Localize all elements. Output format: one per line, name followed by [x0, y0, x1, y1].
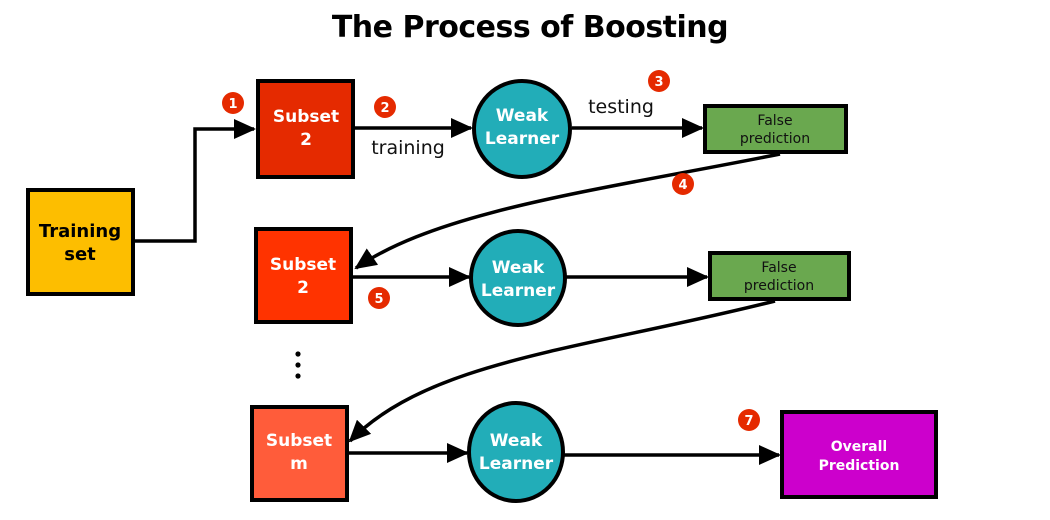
weak-learner-3-label-line1: Weak: [490, 431, 543, 451]
node-subset-m: Subset m: [250, 405, 349, 502]
weak-learner-3-label-line2: Learner: [479, 454, 554, 474]
edge-false-prediction-1-to-subset-2: [354, 152, 781, 270]
weak-learner-1-label-line2: Learner: [485, 129, 560, 149]
badge-number: 1: [228, 97, 237, 112]
ellipsis-dots: [295, 351, 301, 379]
overall-prediction-label-line1: Overall: [831, 439, 887, 455]
edge-training-set-to-subset-1: [134, 119, 256, 243]
step-badge-3: 3: [648, 70, 670, 92]
step-badge-7: 7: [738, 409, 760, 431]
weak-learner-3-circle: [467, 401, 565, 503]
subset-m-label-line2: m: [290, 454, 308, 474]
subset-m-label-line1: Subset: [266, 431, 332, 451]
false-prediction-1-label-line2: prediction: [740, 131, 810, 147]
subset-2-label-line1: Subset: [270, 255, 336, 275]
ellipsis-dot: [295, 373, 301, 379]
badge-number: 5: [374, 292, 383, 307]
node-false-prediction-2: False prediction: [708, 251, 851, 301]
node-weak-learner-1: Weak Learner: [472, 79, 572, 179]
badge-number: 2: [380, 101, 389, 116]
weak-learner-2-label-line2: Learner: [481, 281, 556, 301]
subset-1-box: [256, 79, 355, 179]
subset-1-label-line1: Subset: [273, 107, 339, 127]
badge-number: 4: [678, 178, 687, 193]
edge-false-prediction-2-to-subset-m: [348, 299, 776, 443]
step-badge-2: 2: [374, 96, 396, 118]
step-badge-1: 1: [222, 92, 244, 114]
node-subset-1: Subset 2: [256, 79, 355, 179]
node-weak-learner-2: Weak Learner: [469, 229, 567, 327]
node-weak-learner-3: Weak Learner: [467, 401, 565, 503]
training-set-label-line1: Training: [39, 221, 121, 242]
edge-label-testing: testing: [588, 96, 654, 118]
false-prediction-2-label-line2: prediction: [744, 278, 814, 294]
ellipsis-dot: [295, 351, 301, 357]
node-training-set: Training set: [26, 188, 135, 296]
node-subset-2: Subset 2: [254, 227, 353, 324]
subset-1-label-line2: 2: [300, 130, 312, 150]
weak-learner-2-circle: [469, 229, 567, 327]
step-badge-5: 5: [368, 287, 390, 309]
ellipsis-dot: [295, 362, 301, 368]
node-false-prediction-1: False prediction: [703, 104, 848, 154]
weak-learner-2-label-line1: Weak: [492, 258, 545, 278]
subset-2-box: [254, 227, 353, 324]
badge-number: 3: [654, 75, 663, 90]
training-set-box: [26, 188, 135, 296]
false-prediction-2-label-line1: False: [761, 260, 796, 276]
boosting-diagram: training testing Training set Subset 2 S…: [26, 70, 938, 503]
subset-2-label-line2: 2: [297, 278, 309, 298]
step-badge-4: 4: [672, 173, 694, 195]
badge-number: 7: [744, 414, 753, 429]
node-overall-prediction: Overall Prediction: [780, 410, 938, 499]
training-set-label-line2: set: [64, 244, 96, 265]
edge-label-training: training: [371, 137, 445, 159]
overall-prediction-label-line2: Prediction: [819, 458, 900, 474]
weak-learner-1-label-line1: Weak: [496, 106, 549, 126]
false-prediction-1-label-line1: False: [757, 113, 792, 129]
